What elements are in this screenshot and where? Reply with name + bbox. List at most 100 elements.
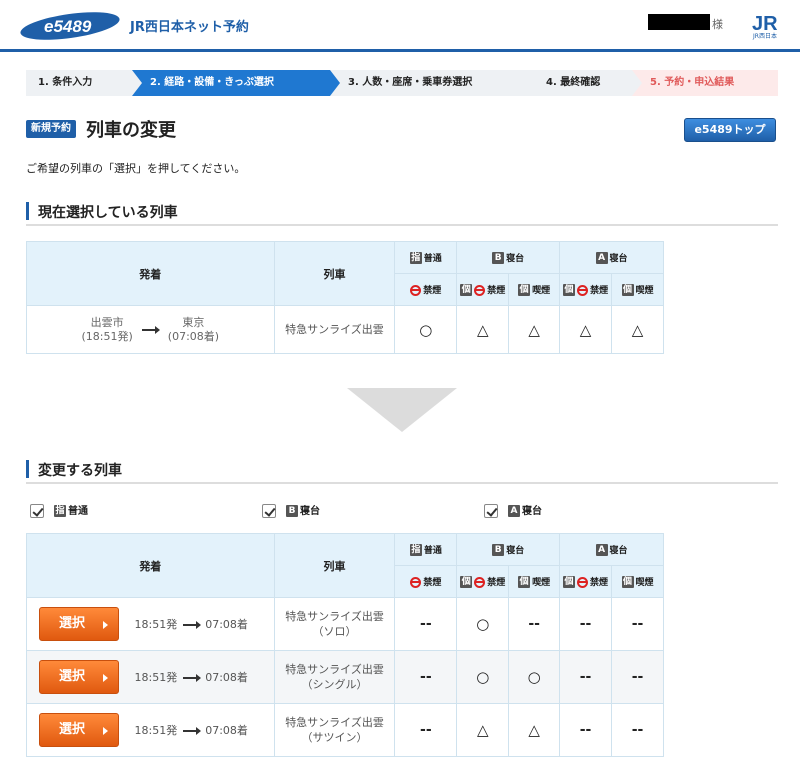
step-1: 1. 条件入力 — [26, 70, 142, 96]
e5489-logo[interactable]: e5489 — [18, 10, 122, 42]
col-train: 列車 — [273, 533, 396, 598]
availability-cell: -- — [559, 703, 613, 757]
col-normal: 指普通 — [394, 533, 458, 566]
select-button[interactable]: 選択 — [39, 713, 119, 747]
private-room-icon: 個 — [460, 576, 473, 588]
availability-cell: △ — [508, 703, 561, 757]
table-row: 出雲市 (18:51発) 東京 (07:08着) 特急サンライズ出雲 ○ △ △ △… — [26, 305, 664, 354]
arrow-right-icon — [142, 325, 161, 334]
b-sleeper-icon: B — [286, 505, 298, 517]
col-a-private-nosmoke: 個禁煙 — [559, 273, 613, 306]
route-cell: 出雲市 (18:51発) 東京 (07:08着) — [26, 305, 275, 354]
col-b-private-smoke: 個喫煙 — [508, 273, 561, 306]
availability-cell: ○ — [456, 597, 510, 651]
no-smoking-icon — [474, 576, 486, 588]
availability-cell: -- — [611, 703, 664, 757]
jr-west-logo[interactable]: JR JR西日本 — [750, 10, 786, 40]
no-smoking-icon — [577, 576, 589, 588]
availability-cell: -- — [394, 650, 458, 704]
step-4: 4. 最終確認 — [528, 70, 642, 96]
availability-cell: △ — [611, 305, 664, 354]
checkbox-normal[interactable] — [30, 504, 44, 518]
progress-steps: 1. 条件入力 2. 経路・設備・きっぷ選択 3. 人数・座席・乗車券選択 4.… — [26, 70, 778, 96]
availability-cell: -- — [394, 703, 458, 757]
col-b-private-nosmoke: 個禁煙 — [456, 565, 510, 598]
a-sleeper-icon: A — [595, 544, 608, 556]
site-name: JR西日本ネット予約 — [130, 20, 249, 35]
table-row: 選択 18:51発 07:08着 特急サンライズ出雲 （シングル） -- ○ ○ -… — [26, 650, 664, 704]
availability-cell: △ — [508, 305, 561, 354]
departure-cell: 選択 18:51発 07:08着 — [26, 650, 275, 704]
col-departure: 発着 — [26, 533, 275, 598]
arrow-right-icon — [183, 621, 202, 629]
col-b-private-nosmoke: 個禁煙 — [456, 273, 510, 306]
col-departure: 発着 — [26, 241, 275, 306]
from-time: (18:51発) — [81, 329, 133, 343]
user-name-redacted — [648, 14, 710, 30]
availability-cell: -- — [559, 650, 613, 704]
availability-cell: -- — [611, 650, 664, 704]
e5489-top-button[interactable]: e5489トップ — [684, 118, 776, 142]
jr-logo-text: JR西日本 — [752, 32, 777, 40]
instruction-text: ご希望の列車の「選択」を押してください。 — [26, 162, 246, 175]
play-icon — [103, 727, 108, 735]
availability-cell: -- — [508, 597, 561, 651]
train-name: 特急サンライズ出雲 （シングル） — [273, 650, 396, 704]
col-b-sleeper: B 寝台 — [456, 241, 561, 274]
availability-cell: △ — [456, 703, 510, 757]
availability-cell: ○ — [508, 650, 561, 704]
col-b-private-smoke: 個喫煙 — [508, 565, 561, 598]
departure-cell: 選択 18:51発 07:08着 — [26, 703, 275, 757]
private-room-icon: 個 — [563, 284, 576, 296]
col-normal-nosmoke: 禁煙 — [394, 273, 458, 306]
train-name: 特急サンライズ出雲 — [273, 305, 396, 354]
filter-a-sleeper[interactable]: A 寝台 — [484, 502, 542, 518]
train-name: 特急サンライズ出雲 （サツイン） — [273, 703, 396, 757]
checkbox-b-sleeper[interactable] — [262, 504, 276, 518]
current-train-table: 発着 列車 指普通 B 寝台 A 寝台 禁煙 個禁煙 個喫煙 個禁煙 個喫煙 出雲市… — [26, 241, 664, 354]
availability-cell: △ — [456, 305, 510, 354]
private-room-icon: 個 — [621, 576, 634, 588]
reserved-seat-icon: 指 — [409, 544, 422, 556]
filter-b-sleeper[interactable]: B 寝台 — [262, 502, 320, 518]
filter-normal[interactable]: 指普通 — [30, 502, 88, 518]
private-room-icon: 個 — [460, 284, 473, 296]
private-room-icon: 個 — [621, 284, 634, 296]
reserved-seat-icon: 指 — [54, 505, 66, 517]
b-sleeper-icon: B — [492, 252, 505, 264]
departure-cell: 選択 18:51発 07:08着 — [26, 597, 275, 651]
down-arrow-icon — [347, 388, 457, 432]
select-button[interactable]: 選択 — [39, 607, 119, 641]
availability-cell: -- — [611, 597, 664, 651]
reserved-seat-icon: 指 — [409, 252, 422, 264]
private-room-icon: 個 — [518, 576, 531, 588]
col-a-sleeper: A 寝台 — [559, 241, 664, 274]
select-button[interactable]: 選択 — [39, 660, 119, 694]
train-name: 特急サンライズ出雲 （ソロ） — [273, 597, 396, 651]
step-5: 5. 予約・申込結果 — [632, 70, 778, 96]
no-smoking-icon — [577, 284, 589, 296]
col-a-private-nosmoke: 個禁煙 — [559, 565, 613, 598]
a-sleeper-icon: A — [595, 252, 608, 264]
user-suffix: 様 — [712, 18, 723, 31]
to-station: 東京 — [182, 315, 205, 329]
step-2-current: 2. 経路・設備・きっぷ選択 — [132, 70, 340, 96]
no-smoking-icon — [410, 284, 422, 296]
arrow-right-icon — [183, 727, 202, 735]
availability-cell: ○ — [394, 305, 458, 354]
b-sleeper-icon: B — [492, 544, 505, 556]
arrow-right-icon — [183, 674, 202, 682]
availability-cell: -- — [394, 597, 458, 651]
checkbox-a-sleeper[interactable] — [484, 504, 498, 518]
play-icon — [103, 621, 108, 629]
site-header: e5489 JR西日本ネット予約 様 JR JR西日本 — [0, 0, 800, 52]
from-station: 出雲市 — [90, 315, 124, 329]
availability-cell: -- — [559, 597, 613, 651]
private-room-icon: 個 — [563, 576, 576, 588]
a-sleeper-icon: A — [508, 505, 520, 517]
page-title: 列車の変更 — [86, 120, 176, 141]
new-reservation-badge: 新規予約 — [26, 120, 76, 138]
availability-cell: ○ — [456, 650, 510, 704]
table-row: 選択 18:51発 07:08着 特急サンライズ出雲 （ソロ） -- ○ -- --… — [26, 597, 664, 651]
private-room-icon: 個 — [518, 284, 531, 296]
